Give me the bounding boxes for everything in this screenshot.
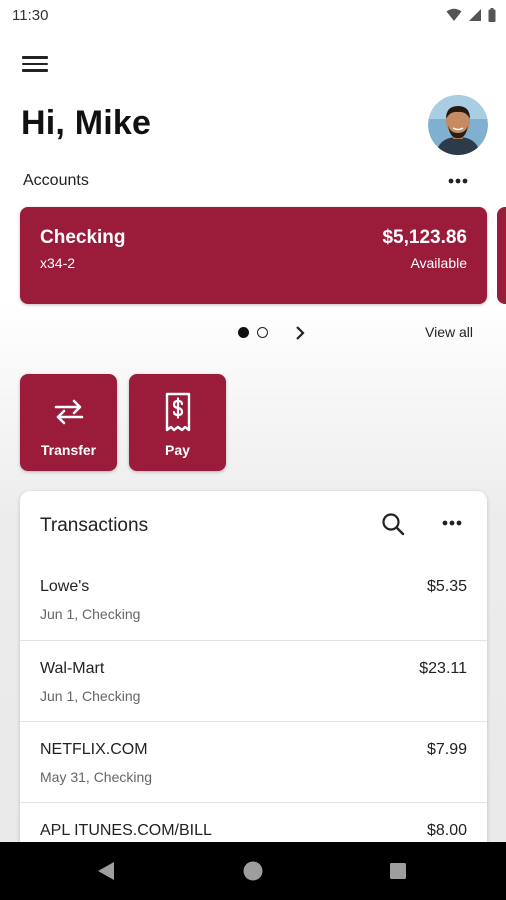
account-balance-label: Available <box>410 255 467 271</box>
transactions-more-button[interactable] <box>437 513 467 533</box>
page-dot-active <box>238 327 249 338</box>
transaction-row[interactable]: Lowe's Jun 1, Checking $5.35 <box>20 559 487 640</box>
transaction-amount: $23.11 <box>419 660 467 677</box>
search-icon <box>382 513 405 536</box>
transaction-merchant: APL ITUNES.COM/BILL <box>40 822 212 839</box>
transaction-meta: Jun 1, Checking <box>40 606 141 622</box>
more-horizontal-icon <box>442 520 462 526</box>
nav-back-button[interactable] <box>76 842 136 900</box>
menu-button[interactable] <box>22 52 48 76</box>
transaction-amount: $5.35 <box>426 578 467 595</box>
accounts-more-button[interactable] <box>440 170 476 192</box>
cell-signal-icon <box>469 9 481 21</box>
account-card-checking[interactable]: Checking x34-2 $5,123.86 Available <box>20 207 487 304</box>
view-all-link[interactable]: View all <box>425 324 473 340</box>
transaction-merchant: Wal-Mart <box>40 660 105 677</box>
transactions-card: Transactions Lowe's Jun 1, Checking $5.3… <box>20 491 487 900</box>
battery-icon <box>488 8 496 22</box>
status-bar: 11:30 <box>0 0 506 32</box>
transaction-row[interactable]: NETFLIX.COM May 31, Checking $7.99 <box>20 721 487 802</box>
account-number: x34-2 <box>40 255 76 271</box>
transaction-list: Lowe's Jun 1, Checking $5.35 Wal-Mart Ju… <box>20 559 487 883</box>
account-balance: $5,123.86 <box>382 227 467 248</box>
pay-button[interactable]: Pay <box>129 374 226 471</box>
page-indicator <box>238 327 268 338</box>
transaction-row[interactable]: Wal-Mart Jun 1, Checking $23.11 <box>20 640 487 721</box>
nav-recents-button[interactable] <box>368 842 428 900</box>
transaction-amount: $7.99 <box>426 741 467 758</box>
transfer-label: Transfer <box>40 442 97 458</box>
home-circle-icon <box>243 861 263 881</box>
transaction-merchant: NETFLIX.COM <box>40 741 148 758</box>
greeting-title: Hi, Mike <box>21 104 152 142</box>
transaction-meta: May 31, Checking <box>40 769 153 785</box>
back-triangle-icon <box>98 862 114 880</box>
wifi-icon <box>446 8 462 21</box>
transfer-button[interactable]: Transfer <box>20 374 117 471</box>
pay-label: Pay <box>165 442 190 458</box>
recents-square-icon <box>390 863 406 879</box>
account-name: Checking <box>40 227 126 248</box>
transaction-meta: Jun 1, Checking <box>40 688 141 704</box>
transaction-amount: $8.00 <box>426 822 467 839</box>
more-horizontal-icon <box>448 178 468 184</box>
transactions-title: Transactions <box>40 515 149 536</box>
hamburger-icon <box>22 56 48 59</box>
chevron-right-icon <box>296 326 305 340</box>
status-icons <box>446 8 496 22</box>
transaction-merchant: Lowe's <box>40 578 90 595</box>
account-card-next[interactable] <box>497 207 506 304</box>
next-account-button[interactable] <box>292 324 308 342</box>
transfer-arrows-icon <box>54 399 83 425</box>
nav-home-button[interactable] <box>223 842 283 900</box>
search-transactions-button[interactable] <box>380 511 406 537</box>
page-dot <box>257 327 268 338</box>
avatar[interactable] <box>428 95 488 155</box>
accounts-label: Accounts <box>23 172 89 189</box>
status-time: 11:30 <box>12 7 49 24</box>
receipt-dollar-icon <box>165 392 190 432</box>
system-nav-bar <box>0 842 506 900</box>
